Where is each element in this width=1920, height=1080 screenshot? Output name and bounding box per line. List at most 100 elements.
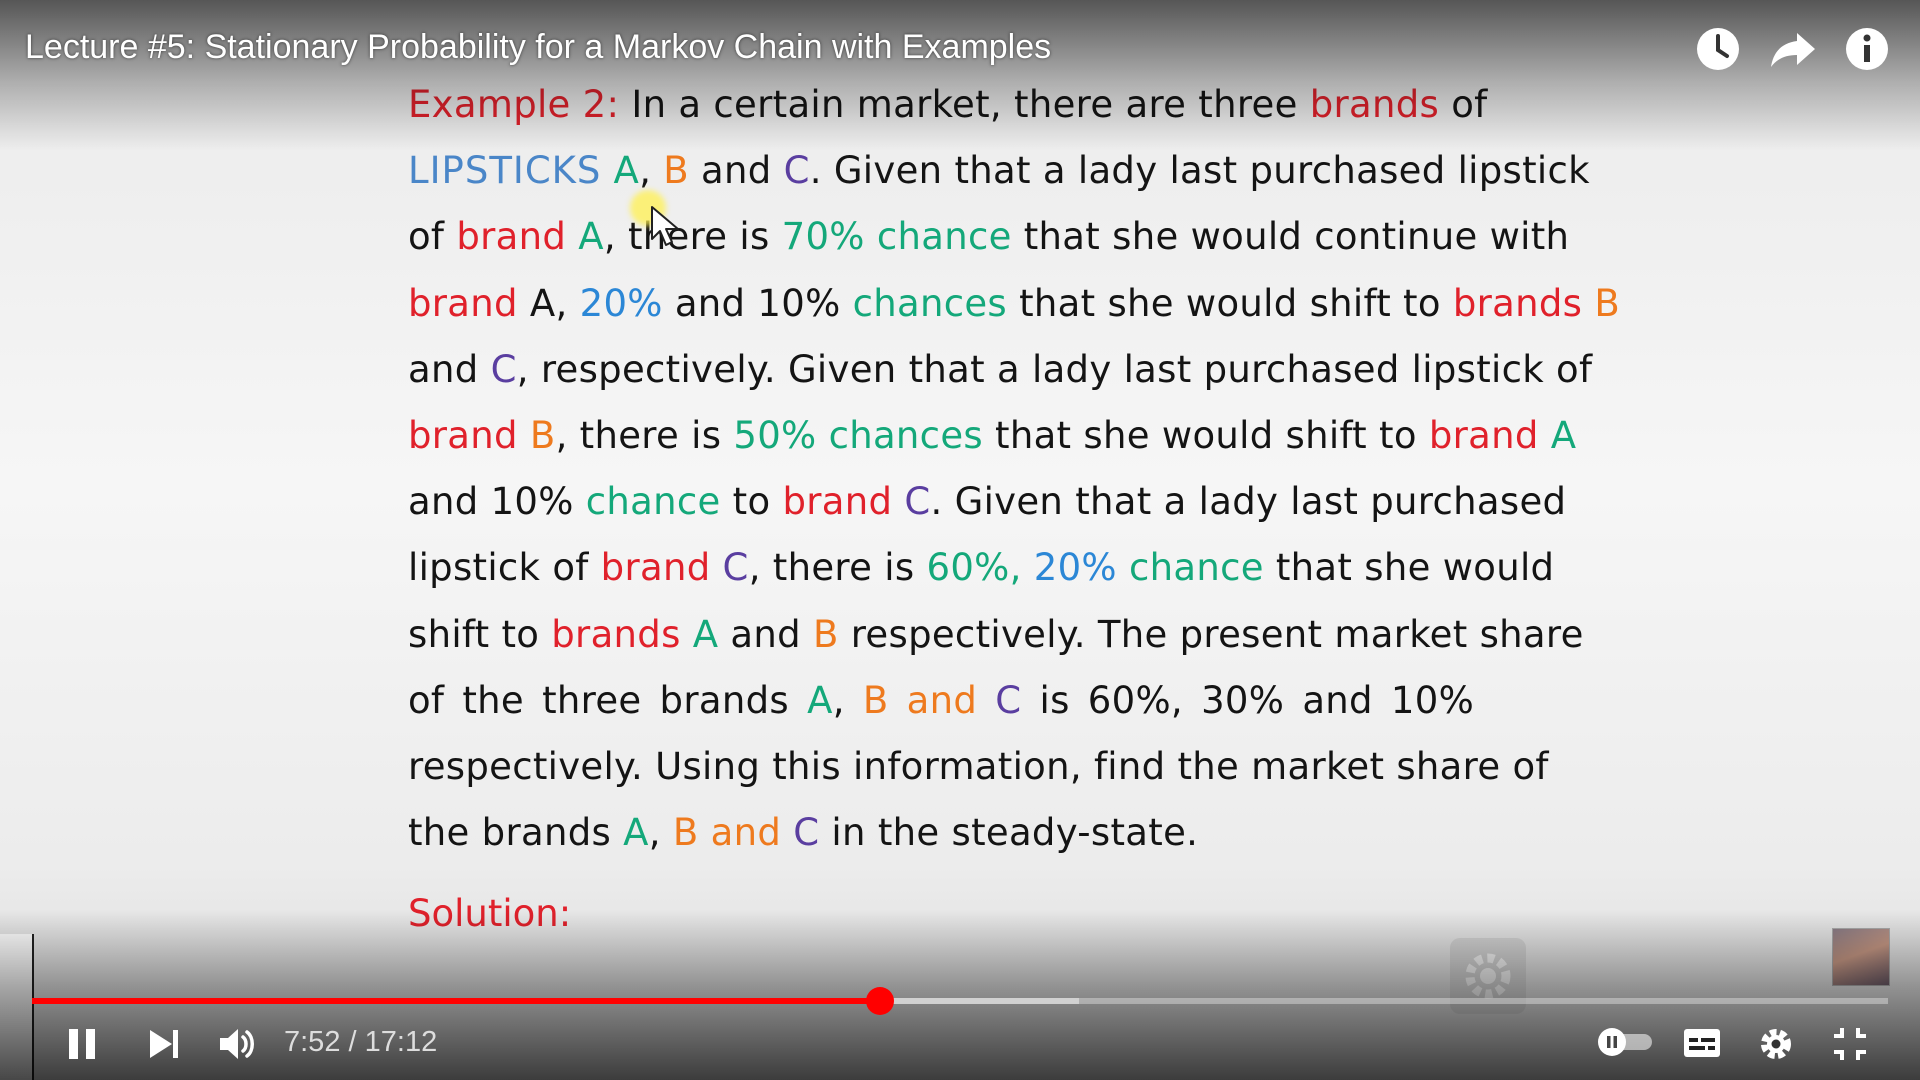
video-title[interactable]: Lecture #5: Stationary Probability for a… <box>25 28 1051 67</box>
video-player[interactable]: Example 2: In a certain market, there ar… <box>0 0 1920 1080</box>
duration: 17:12 <box>364 1026 438 1058</box>
slide-text-segment: brand <box>408 413 518 457</box>
slide-text-segment: and <box>906 678 978 722</box>
slide-text-segment: A <box>623 811 649 855</box>
slide-text-segment: In a certain market, there are three <box>631 83 1298 126</box>
gear-icon[interactable] <box>1756 1024 1796 1064</box>
slide-text-segment: B <box>862 678 889 722</box>
clock-icon[interactable] <box>1694 25 1742 73</box>
info-icon[interactable] <box>1843 25 1891 73</box>
slide-text-segment: respectively. The present market share <box>850 612 1584 656</box>
autoplay-toggle-icon[interactable] <box>1596 1026 1654 1058</box>
slide-text-segment: brand <box>456 215 567 259</box>
slide-text-segment: A <box>692 612 719 656</box>
slide-line: respectively. Using this information, fi… <box>408 734 1548 800</box>
slide-text-segment: brands <box>551 612 681 656</box>
slide-text-segment: and 10% <box>674 281 841 325</box>
slide-text-segment: A <box>807 678 833 722</box>
slide-text-segment: brand <box>1428 413 1539 457</box>
mouse-pointer-icon <box>651 206 679 246</box>
slide-text-segment: chances <box>828 413 983 457</box>
volume-icon[interactable] <box>216 1024 260 1064</box>
slide-text-segment: chance <box>876 215 1012 259</box>
slide-text-segment: brand <box>408 281 518 325</box>
slide-text-segment: the brands <box>408 811 612 855</box>
progress-played <box>32 998 881 1004</box>
slide-text-segment: that she would continue with <box>1023 215 1570 259</box>
slide-text-segment: and 10% <box>408 480 574 524</box>
slide-text-segment: , respectively. Given that a lady last p… <box>516 347 1593 391</box>
slide-text-segment: A <box>613 149 640 193</box>
slide-text-segment: , <box>639 149 652 193</box>
slide-text-segment: lipstick of <box>408 546 589 590</box>
slide-line: of the three brands A, B and C is 60%, 3… <box>408 668 1474 734</box>
slide-text-segment: of the three brands <box>408 678 789 722</box>
slide-problem-text: Example 2: In a certain market, there ar… <box>408 72 1620 866</box>
slide-text-segment: C <box>722 546 749 590</box>
slide-text-segment: brand <box>600 546 711 590</box>
slide-text-segment: , there is <box>603 215 770 259</box>
slide-line: and C, respectively. Given that a lady l… <box>408 337 1592 403</box>
slide-text-segment: to <box>732 480 771 524</box>
slide-text-segment: C <box>904 480 931 524</box>
slide-text-segment: 20% <box>579 281 663 325</box>
exit-fullscreen-icon[interactable] <box>1830 1024 1870 1064</box>
slide-text-segment: and <box>710 811 782 855</box>
slide-text-segment: B <box>672 811 699 855</box>
slide-text-segment: C <box>490 347 517 391</box>
slide-text-segment: C <box>995 678 1022 722</box>
share-arrow-icon[interactable] <box>1769 25 1817 73</box>
slide-text-segment: shift to <box>408 612 540 656</box>
slide-text-segment: is 60%, 30% and 10% <box>1039 678 1475 722</box>
slide-line: and 10% chance to brand C. Given that a … <box>408 469 1566 535</box>
slide-text-segment: respectively. Using this information, fi… <box>408 744 1549 788</box>
slide-line: LIPSTICKS A, B and C. Given that a lady … <box>408 138 1590 204</box>
slide-text-segment: that she would <box>1275 546 1555 590</box>
time-display: 7:52 / 17:12 <box>284 1026 437 1059</box>
slide-text-segment: . Given that a lady last purchased lipst… <box>809 149 1590 193</box>
slide-text-segment: C <box>783 149 810 193</box>
slide-text-segment: chance <box>1128 546 1264 590</box>
slide-line: of brand A, there is 70% chance that she… <box>408 204 1569 270</box>
slide-text-segment: in the steady-state. <box>831 811 1199 855</box>
solution-label: Solution: <box>408 892 572 935</box>
example-label: Example 2: <box>408 83 620 126</box>
captions-icon[interactable] <box>1682 1026 1722 1060</box>
slide-text-segment: that she would shift to <box>995 413 1417 457</box>
slide-text-segment: and <box>408 347 479 391</box>
next-icon[interactable] <box>144 1026 184 1062</box>
slide-text-segment: A, <box>529 281 568 325</box>
slide-line: lipstick of brand C, there is 60%, 20% c… <box>408 535 1554 601</box>
slide-text-segment: and <box>700 149 772 193</box>
slide-text-segment: brands <box>1309 83 1440 126</box>
slide-text-segment: brand <box>782 480 893 524</box>
slide-text-segment: 50% <box>733 413 817 457</box>
progress-bar[interactable] <box>32 987 1888 1015</box>
slide-text-segment: 60%, <box>926 546 1022 590</box>
presenter-avatar <box>1832 928 1890 986</box>
scrubber-handle[interactable] <box>866 987 895 1015</box>
slide-line: Example 2: In a certain market, there ar… <box>408 72 1487 138</box>
current-time: 7:52 <box>284 1026 341 1058</box>
slide-line: brand A, 20% and 10% chances that she wo… <box>408 271 1620 337</box>
slide-text-segment: chance <box>585 480 721 524</box>
slide-text-segment: . Given that a lady last purchased <box>930 480 1567 524</box>
side-panel-edge <box>0 934 34 1080</box>
slide-text-segment: LIPSTICKS <box>408 149 602 193</box>
slide-text-segment: brands <box>1452 281 1583 325</box>
pause-icon[interactable] <box>62 1024 102 1064</box>
slide-text-segment: , there is <box>555 413 722 457</box>
slide-text-segment: B <box>1594 281 1621 325</box>
slide-text-segment: , <box>648 811 661 855</box>
slide-text-segment: and <box>730 612 801 656</box>
slide-text-segment: B <box>663 149 689 193</box>
slide-text-segment: A <box>578 215 604 259</box>
slide-line: shift to brands A and B respectively. Th… <box>408 602 1583 668</box>
slide-text-segment: A <box>1550 413 1577 457</box>
slide-text-segment: C <box>793 811 820 855</box>
slide-text-segment: 20% <box>1033 546 1117 590</box>
time-separator: / <box>348 1026 357 1058</box>
slide-text-segment: B <box>812 612 839 656</box>
slide-text-segment: of <box>408 215 445 259</box>
slide-text-segment: that she would shift to <box>1019 281 1441 325</box>
